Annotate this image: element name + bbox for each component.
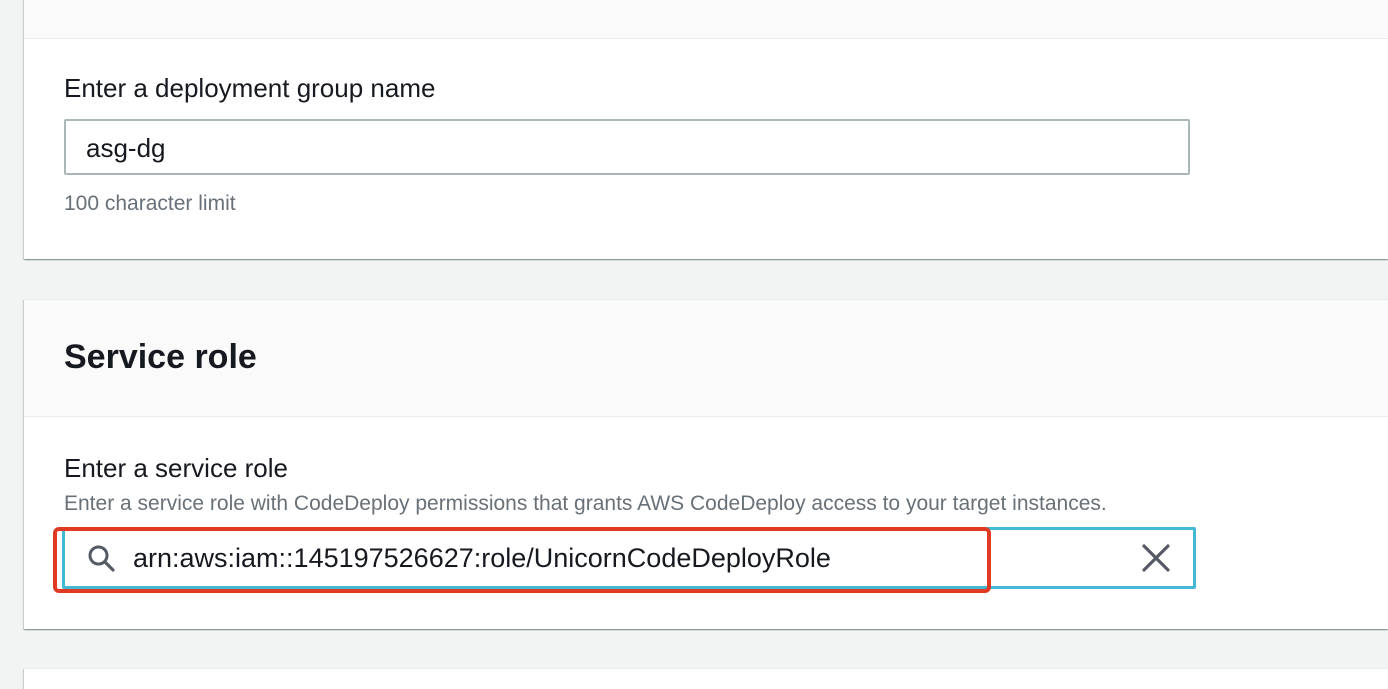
deployment-group-name-value[interactable]: asg-dg (86, 133, 166, 164)
close-icon[interactable] (1141, 543, 1171, 573)
deployment-group-name-label: Enter a deployment group name (64, 73, 436, 103)
search-icon (88, 545, 115, 572)
service-role-value[interactable]: arn:aws:iam::145197526627:role/UnicornCo… (133, 543, 831, 574)
service-role-label: Enter a service role (64, 453, 288, 483)
service-role-input[interactable]: arn:aws:iam::145197526627:role/UnicornCo… (62, 527, 1196, 589)
deployment-group-name-input[interactable]: asg-dg (64, 119, 1190, 175)
deployment-group-name-card: Enter a deployment group name asg-dg 100… (24, 0, 1388, 259)
service-role-title: Service role (64, 338, 257, 376)
character-limit-hint: 100 character limit (64, 192, 236, 215)
service-role-description: Enter a service role with CodeDeploy per… (64, 492, 1107, 515)
service-role-header: Service role (24, 300, 1388, 417)
card-top-strip (24, 0, 1388, 39)
next-section-card (24, 668, 1388, 689)
service-role-card: Service role Enter a service role Enter … (24, 299, 1388, 629)
